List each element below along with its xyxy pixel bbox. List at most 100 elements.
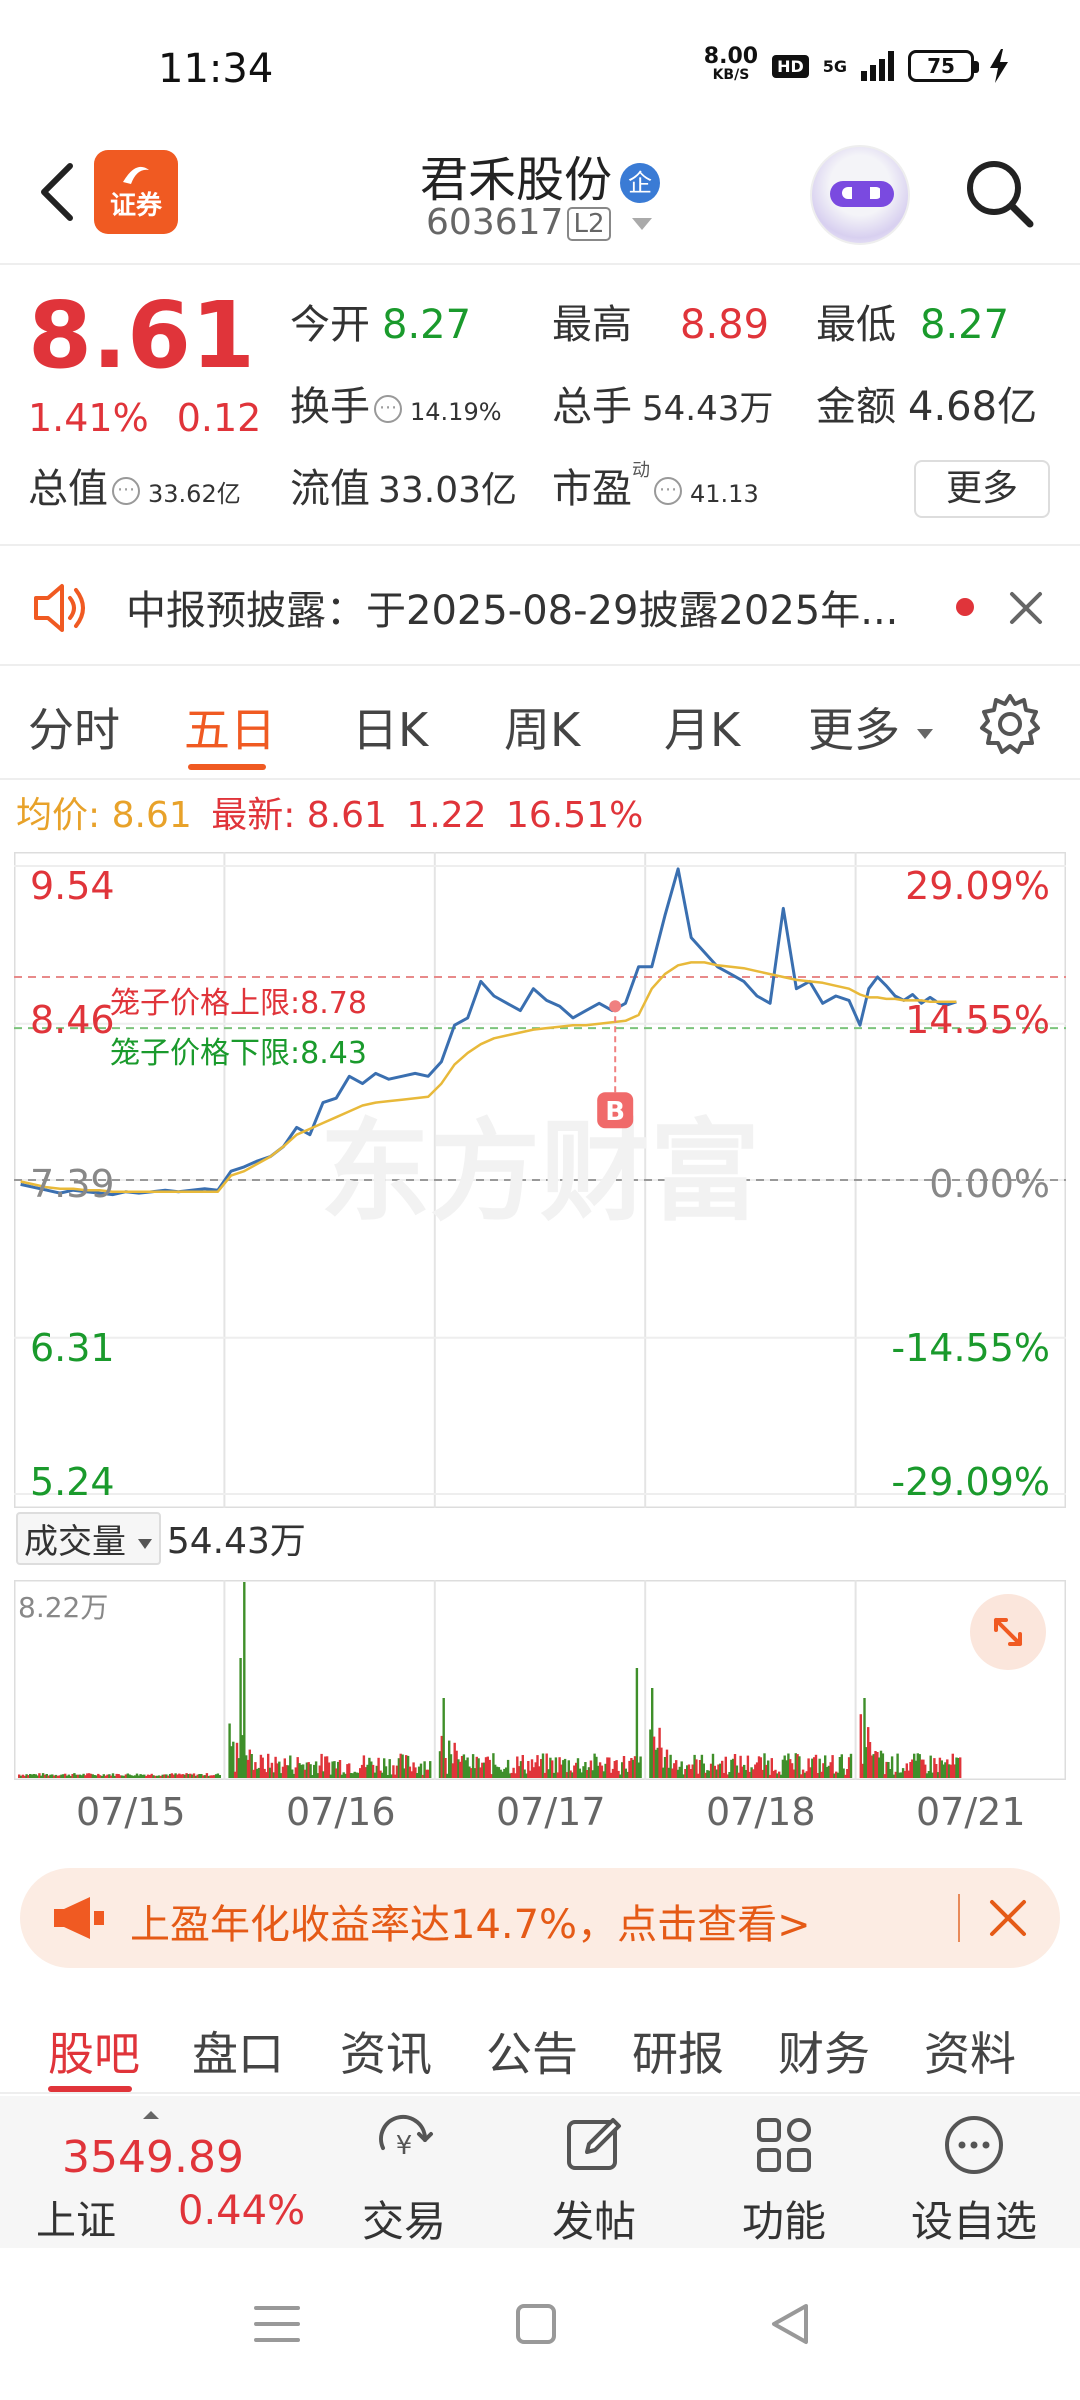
trade-button[interactable]: ¥ 交易 [334, 2110, 474, 2249]
pe-sup: 动 [632, 460, 650, 481]
y-tick-right: 14.55% [905, 998, 1050, 1042]
float-value: 33.03亿 [378, 470, 518, 511]
notice-text: 中报预披露：于2025-08-29披露2025年... [126, 588, 899, 634]
volume-indicator-select[interactable]: 成交量 [16, 1512, 161, 1565]
amount-cell: 金额 4.68亿 [816, 374, 1037, 432]
tab-research[interactable]: 研报 [632, 2018, 724, 2084]
tab-financials[interactable]: 财务 [778, 2018, 870, 2084]
close-icon[interactable] [1006, 588, 1046, 628]
turnover-cell[interactable]: 换手 ⋯ 14.19% [290, 374, 502, 432]
chart-tabs: 分时 五日 日K 周K 月K 更多 [0, 668, 1080, 780]
change-amount: 0.12 [176, 396, 262, 440]
stock-code-row[interactable]: 603617 L2 [0, 202, 1080, 243]
hd-icon: HD [772, 54, 809, 78]
tab-order-book[interactable]: 盘口 [192, 2018, 284, 2084]
status-icons: 8.00 KB/S HD 5G 75 [703, 44, 1010, 84]
features-button[interactable]: 功能 [714, 2110, 854, 2249]
level-badge: L2 [567, 207, 611, 241]
active-tab-underline [48, 2086, 132, 2092]
more-circle-icon [945, 2116, 1003, 2174]
tab-news[interactable]: 资讯 [340, 2018, 432, 2084]
edit-icon [567, 2118, 621, 2170]
signal-icon [861, 51, 894, 81]
volume-value: 54.43万 [642, 389, 774, 429]
mktcap-label: 总值 [28, 466, 108, 512]
volume-bar [218, 1775, 221, 1778]
avg-value: 8.61 [111, 795, 192, 836]
volume-chart-svg [13, 1579, 1067, 1781]
pe-value: 41.13 [690, 480, 759, 508]
home-icon[interactable] [514, 2302, 558, 2346]
features-label: 功能 [741, 2197, 826, 2246]
index-percent: 0.44% [178, 2188, 306, 2234]
amount-value: 4.68亿 [908, 384, 1038, 430]
latest-value: 8.61 [306, 795, 387, 836]
add-watchlist-button[interactable]: 设自选 [904, 2110, 1044, 2249]
expand-button[interactable] [970, 1594, 1046, 1670]
y-tick-right: -29.09% [891, 1460, 1050, 1504]
tab-more-label: 更多 [808, 703, 900, 757]
y-tick-left: 7.39 [30, 1162, 115, 1206]
post-label: 发帖 [551, 2197, 636, 2246]
tab-announcements[interactable]: 公告 [486, 2018, 578, 2084]
more-quote-button[interactable]: 更多 [914, 460, 1050, 518]
post-button[interactable]: 发帖 [524, 2110, 664, 2249]
unread-dot [956, 598, 974, 616]
info-icon: ⋯ [654, 477, 682, 505]
cage-lower-annotation: 笼子价格下限:8.43 [110, 1028, 367, 1072]
tab-daily-k[interactable]: 日K [352, 694, 428, 760]
volume-bar [243, 1582, 246, 1778]
stock-header: 证券 君禾股份企 603617 L2 [0, 140, 1080, 265]
volume-chart[interactable]: 8.22万 [13, 1579, 1067, 1781]
float-label: 流值 [290, 466, 370, 512]
system-nav-bar [0, 2248, 1080, 2400]
volume-total: 54.43万 [166, 1521, 306, 1562]
cage-upper-label: 笼子价格上限: [110, 986, 301, 1021]
settings-gear-icon[interactable] [978, 692, 1042, 756]
search-icon[interactable] [960, 154, 1040, 234]
promo-divider [958, 1894, 960, 1942]
tab-forum[interactable]: 股吧 [48, 2018, 140, 2084]
price-chart[interactable]: 东方财富 B 9.54 8.46 7.39 6.31 5.24 29.09% 14… [13, 851, 1067, 1509]
caret-down-icon [137, 1538, 152, 1549]
net-speed: 8.00 KB/S [703, 44, 759, 84]
content-tabs: 股吧 盘口 资讯 公告 研报 财务 资料 [0, 1990, 1080, 2094]
low-label: 最低 [816, 302, 896, 348]
tab-profile[interactable]: 资料 [924, 2018, 1016, 2084]
volume-frame [13, 1579, 1067, 1781]
index-name: 上证 [36, 2198, 116, 2244]
back-nav-icon[interactable] [768, 2302, 812, 2346]
index-ticker[interactable]: 3549.89 上证 0.44% [0, 2096, 310, 2248]
info-icon: ⋯ [374, 395, 402, 423]
price-chart-svg: 东方财富B [13, 851, 1067, 1509]
tab-intraday[interactable]: 分时 [28, 694, 120, 760]
mktcap-cell[interactable]: 总值 ⋯ 33.62亿 [28, 456, 241, 514]
volume-label: 总手 [552, 384, 632, 430]
assistant-robot-icon[interactable] [810, 145, 910, 245]
stock-title[interactable]: 君禾股份企 [0, 140, 1080, 210]
y-tick-left: 9.54 [30, 864, 115, 908]
x-tick-date: 07/21 [916, 1790, 1026, 1834]
chart-header: 均价: 8.61 最新: 8.61 1.22 16.51% [16, 786, 643, 838]
turnover-label: 换手 [290, 384, 370, 430]
menu-icon[interactable] [252, 2302, 302, 2346]
tab-weekly-k[interactable]: 周K [504, 694, 580, 760]
y-tick-left: 8.46 [30, 998, 115, 1042]
enterprise-badge: 企 [620, 163, 660, 203]
tab-monthly-k[interactable]: 月K [664, 694, 740, 760]
pe-cell[interactable]: 市盈动⋯ 41.13 [552, 456, 759, 514]
y-tick-right: 0.00% [929, 1162, 1050, 1206]
volume-header: 成交量 54.43万 [16, 1512, 306, 1565]
volume-indicator-label: 成交量 [24, 1522, 126, 1562]
net-speed-value: 8.00 [703, 44, 759, 69]
svg-text:¥: ¥ [396, 2131, 413, 2161]
tab-more[interactable]: 更多 [808, 694, 935, 760]
close-icon[interactable] [986, 1896, 1030, 1940]
tab-five-day[interactable]: 五日 [184, 694, 276, 760]
volume-bar [635, 1668, 639, 1778]
info-icon: ⋯ [112, 477, 140, 505]
cage-lower-value: 8.43 [300, 1036, 367, 1071]
active-tab-underline [188, 764, 266, 770]
notice-bar[interactable]: 中报预披露：于2025-08-29披露2025年... [0, 548, 1080, 666]
promo-banner[interactable]: 上盈年化收益率达14.7%，点击查看> [20, 1868, 1060, 1968]
